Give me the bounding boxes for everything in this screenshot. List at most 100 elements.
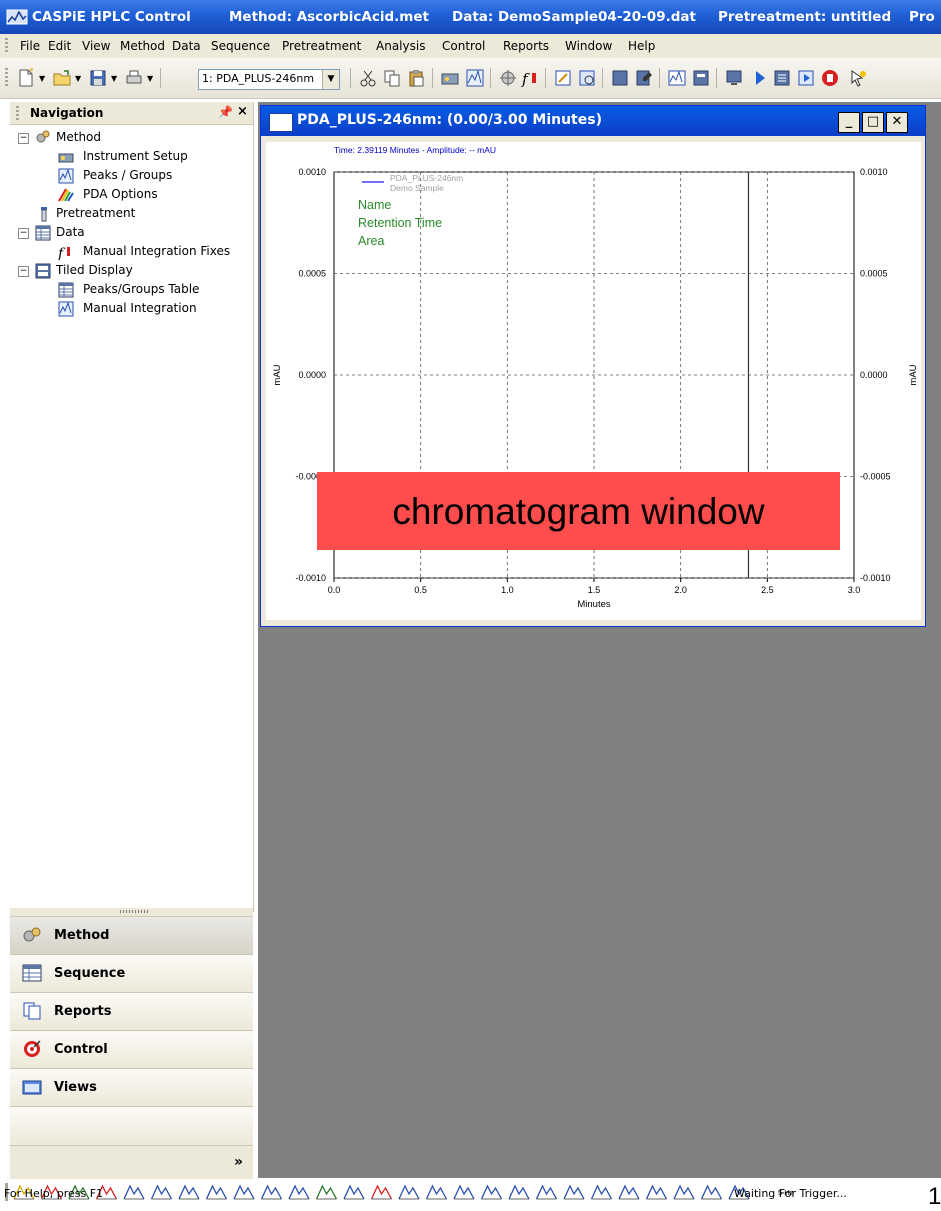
peak-tool-icon[interactable] <box>288 1184 310 1200</box>
new-file-icon[interactable] <box>16 68 36 88</box>
maximize-button[interactable]: □ <box>862 112 884 133</box>
menu-sequence[interactable]: Sequence <box>211 39 270 53</box>
close-icon[interactable]: × <box>237 104 248 119</box>
copy-icon[interactable] <box>382 68 402 88</box>
tree-item-data[interactable]: − Data <box>18 225 248 244</box>
peak-tool-icon[interactable] <box>618 1184 640 1200</box>
peak-tool-icon[interactable] <box>315 1184 338 1200</box>
paste-icon[interactable] <box>406 68 426 88</box>
new-dropdown-icon[interactable]: ▼ <box>39 74 45 83</box>
pretreatment-tool-icon[interactable] <box>498 68 518 88</box>
sequence-edit-icon[interactable] <box>634 68 654 88</box>
tree-item-peaks-groups[interactable]: Peaks / Groups <box>58 168 248 187</box>
instrument-setup-icon[interactable] <box>440 68 460 88</box>
menu-analysis[interactable]: Analysis <box>376 39 425 53</box>
menu-control[interactable]: Control <box>442 39 485 53</box>
peak-tool-icon[interactable] <box>673 1184 695 1200</box>
menu-reports[interactable]: Reports <box>503 39 549 53</box>
open-folder-icon[interactable] <box>52 68 72 88</box>
nav-button-reports[interactable]: Reports <box>10 992 253 1030</box>
chevron-down-icon[interactable]: ▼ <box>322 70 339 89</box>
pin-icon[interactable]: 📌 <box>218 105 233 119</box>
close-button[interactable]: ✕ <box>886 112 908 133</box>
stop-icon[interactable] <box>820 68 840 88</box>
menu-window[interactable]: Window <box>565 39 612 53</box>
run-sequence-icon[interactable] <box>772 68 792 88</box>
chromatogram-window-titlebar[interactable]: PDA_PLUS-246nm: (0.00/3.00 Minutes) _ □ … <box>261 106 925 136</box>
chromatogram-icon[interactable] <box>667 68 687 88</box>
tree-item-manual-integration-fixes[interactable]: f Manual Integration Fixes <box>58 244 253 263</box>
nav-button-sequence[interactable]: Sequence <box>10 954 253 992</box>
peak-tool-icon[interactable] <box>260 1184 283 1200</box>
peak-tool-icon[interactable] <box>343 1184 365 1200</box>
minimize-button[interactable]: _ <box>838 112 860 133</box>
x-tick-label: 2.0 <box>674 585 687 595</box>
tree-item-method[interactable]: − Method <box>18 130 248 149</box>
chromatogram-icon <box>58 301 74 317</box>
single-run-icon[interactable] <box>796 68 816 88</box>
gears-icon <box>36 130 50 143</box>
menu-help[interactable]: Help <box>628 39 655 53</box>
peak-tool-icon[interactable] <box>453 1184 475 1200</box>
peak-tool-icon[interactable] <box>178 1184 200 1200</box>
data-view-icon[interactable] <box>691 68 711 88</box>
channel-select[interactable]: 1: PDA_PLUS-246nm ▼ <box>198 69 340 90</box>
peak-tool-icon[interactable] <box>508 1184 530 1200</box>
table-icon[interactable] <box>610 68 630 88</box>
report-view-icon[interactable] <box>577 68 597 88</box>
menu-data[interactable]: Data <box>172 39 201 53</box>
monitor-icon[interactable] <box>724 68 744 88</box>
chromatogram-window-title: PDA_PLUS-246nm: (0.00/3.00 Minutes) <box>297 112 602 128</box>
table-icon <box>58 282 74 298</box>
edit-report-icon[interactable] <box>553 68 573 88</box>
peak-tool-icon[interactable] <box>233 1184 255 1200</box>
legend-annotation: Area <box>358 234 384 248</box>
save-dropdown-icon[interactable]: ▼ <box>111 74 117 83</box>
peak-tool-icon[interactable] <box>700 1184 723 1200</box>
peak-tool-icon[interactable] <box>398 1184 420 1200</box>
tree-label: Tiled Display <box>56 263 133 277</box>
peak-tool-icon[interactable] <box>590 1184 613 1200</box>
tree-item-manual-integration[interactable]: Manual Integration <box>58 301 248 320</box>
menu-view[interactable]: View <box>82 39 110 53</box>
peak-tool-icon[interactable] <box>535 1184 558 1200</box>
menu-bar: File Edit View Method Data Sequence Pret… <box>0 34 941 58</box>
peak-tool-icon[interactable] <box>123 1184 145 1200</box>
peak-tool-icon[interactable] <box>645 1184 668 1200</box>
collapse-icon[interactable]: − <box>18 266 29 277</box>
menu-file[interactable]: File <box>20 39 40 53</box>
peak-tool-icon[interactable] <box>425 1184 448 1200</box>
peaks-groups-icon[interactable] <box>465 68 485 88</box>
menu-pretreatment[interactable]: Pretreatment <box>282 39 361 53</box>
print-dropdown-icon[interactable]: ▼ <box>147 74 153 83</box>
collapse-icon[interactable]: − <box>18 228 29 239</box>
print-icon[interactable] <box>124 68 144 88</box>
nav-button-views[interactable]: Views <box>10 1068 253 1106</box>
nav-button-method[interactable]: Method <box>10 916 253 954</box>
peak-tool-icon[interactable] <box>480 1184 503 1200</box>
save-icon[interactable] <box>88 68 108 88</box>
peak-tool-icon[interactable] <box>150 1184 173 1200</box>
panel-splitter[interactable] <box>10 908 253 916</box>
tree-item-pda-options[interactable]: PDA Options <box>58 187 248 206</box>
cut-icon[interactable] <box>358 68 378 88</box>
peak-tool-icon[interactable] <box>370 1184 393 1200</box>
tree-item-peaks-groups-table[interactable]: Peaks/Groups Table <box>58 282 248 301</box>
app-title: CASPiE HPLC Control <box>32 9 191 25</box>
menu-method[interactable]: Method <box>120 39 165 53</box>
tree-item-tiled-display[interactable]: − Tiled Display <box>18 263 248 282</box>
collapse-icon[interactable]: − <box>18 133 29 144</box>
menu-edit[interactable]: Edit <box>48 39 71 53</box>
peak-tool-icon[interactable] <box>563 1184 585 1200</box>
chevron-right-icon[interactable]: » <box>234 1154 243 1170</box>
tree-label: Peaks/Groups Table <box>83 282 200 296</box>
integration-fixes-icon[interactable]: f <box>520 68 540 88</box>
x-axis-label: Minutes <box>577 599 611 610</box>
open-dropdown-icon[interactable]: ▼ <box>75 74 81 83</box>
run-icon[interactable] <box>750 68 770 88</box>
nav-button-control[interactable]: Control <box>10 1030 253 1068</box>
help-pointer-icon[interactable] <box>848 68 868 88</box>
tree-item-pretreatment[interactable]: Pretreatment <box>38 206 248 225</box>
peak-tool-icon[interactable] <box>205 1184 228 1200</box>
tree-item-instrument-setup[interactable]: Instrument Setup <box>58 149 248 168</box>
